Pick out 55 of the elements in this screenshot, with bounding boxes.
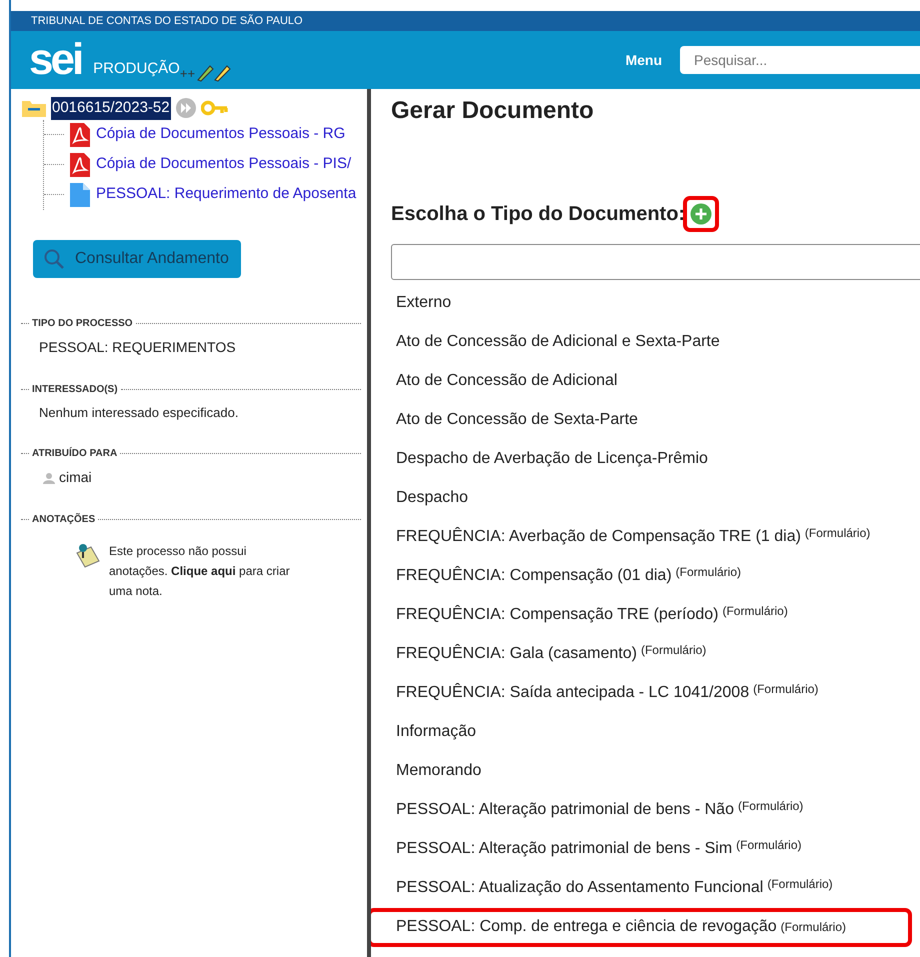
document-link[interactable]: Cópia de Documentos Pessoais - PIS/ [96, 153, 352, 176]
document-type-option[interactable]: FREQUÊNCIA: Compensação (01 dia) (Formulário) [391, 556, 920, 596]
document-type-option[interactable]: PESSOAL: Alteração patrimonial de bens - Sim (Formulário) [391, 830, 920, 869]
pdf-icon [70, 152, 90, 176]
note-text: Este processo não possui anotações. Clique aqui para criar uma nota. [109, 543, 291, 600]
section-heading: INTERESSADO(S) [32, 382, 118, 396]
document-type-option[interactable]: PESSOAL: Alteração patrimonial de bens - Não (Formulário) [391, 790, 920, 830]
user-name: cimai [59, 468, 92, 487]
form-tag: (Formulário) [767, 874, 833, 893]
filter-field[interactable] [391, 244, 920, 280]
organization-title: TRIBUNAL DE CONTAS DO ESTADO DE SÃO PAULO [11, 11, 920, 31]
process-number[interactable]: 0016615/2023-52 [51, 97, 171, 120]
section-heading: ANOTAÇÕES [32, 512, 96, 527]
document-type-option[interactable]: Ato de Concessão de Sexta-Parte [391, 400, 920, 440]
form-tag: (Formulário) [640, 640, 706, 659]
document-type-option[interactable]: Externo [391, 284, 920, 323]
document-link[interactable]: PESSOAL: Requerimento de Aposenta [96, 183, 356, 206]
form-tag: (Formulário) [753, 680, 818, 698]
document-type-option[interactable]: Ato de Concessão de Adicional e Sexta-Parte [391, 322, 920, 362]
logo: sei [29, 38, 82, 82]
pdf-icon [70, 122, 90, 146]
highlighted-document-type[interactable]: PESSOAL: Comp. de entrega e ciência de revogação (Formulário) [371, 908, 912, 947]
section-title: Escolha o Tipo do Documento: [391, 202, 686, 226]
form-tag: (Formulário) [804, 524, 870, 542]
form-tag: (Formulário) [780, 918, 846, 936]
environment-suffix: ++ [180, 65, 196, 84]
section-value: Nenhum interessado especificado. [39, 404, 240, 422]
section-heading: ATRIBUÍDO PARA [32, 446, 118, 461]
document-icon [70, 182, 90, 206]
form-tag: (Formulário) [722, 602, 788, 620]
section-heading: TIPO DO PROCESSO [32, 316, 133, 330]
search-icon [43, 248, 65, 270]
folder-icon [21, 98, 47, 118]
section-value: PESSOAL: REQUERIMENTOS [39, 338, 237, 357]
user-icon [43, 472, 55, 484]
document-type-option[interactable]: PESSOAL: Atualização do Assentamento Funcional (Formulário) [391, 868, 920, 908]
document-type-option[interactable]: FREQUÊNCIA: Gala (casamento) (Formulário) [391, 634, 920, 674]
document-type-option[interactable]: FREQUÊNCIA: Compensação TRE (período) (Formulário) [391, 596, 920, 635]
fast-forward-icon[interactable] [174, 97, 197, 120]
document-type-option[interactable]: Despacho [391, 478, 920, 518]
form-tag: (Formulário) [676, 562, 741, 581]
document-type-option[interactable]: Despacho de Averbação de Licença-Prêmio [391, 440, 920, 479]
page-title: Gerar Documento [391, 97, 595, 126]
search-field[interactable]: Pesquisar... [680, 46, 920, 74]
form-tag: (Formulário) [738, 796, 804, 815]
document-type-option[interactable]: Informação [391, 712, 920, 752]
document-type-option[interactable]: FREQUÊNCIA: Saída antecipada - LC 1041/2008 (Formulário) [391, 674, 920, 713]
document-type-option[interactable]: Ato de Concessão de Adicional [391, 362, 920, 401]
environment-label: PRODUÇÃO [93, 58, 180, 79]
form-tag: (Formulário) [736, 836, 802, 854]
document-type-option[interactable]: Memorando [391, 752, 920, 791]
document-type-option[interactable]: FREQUÊNCIA: Averbação de Compensação TRE (1 dia) (Formulário) [391, 518, 920, 557]
key-icon[interactable] [200, 100, 229, 116]
add-icon[interactable] [690, 202, 712, 225]
document-link[interactable]: Cópia de Documentos Pessoais - RG [96, 123, 346, 146]
